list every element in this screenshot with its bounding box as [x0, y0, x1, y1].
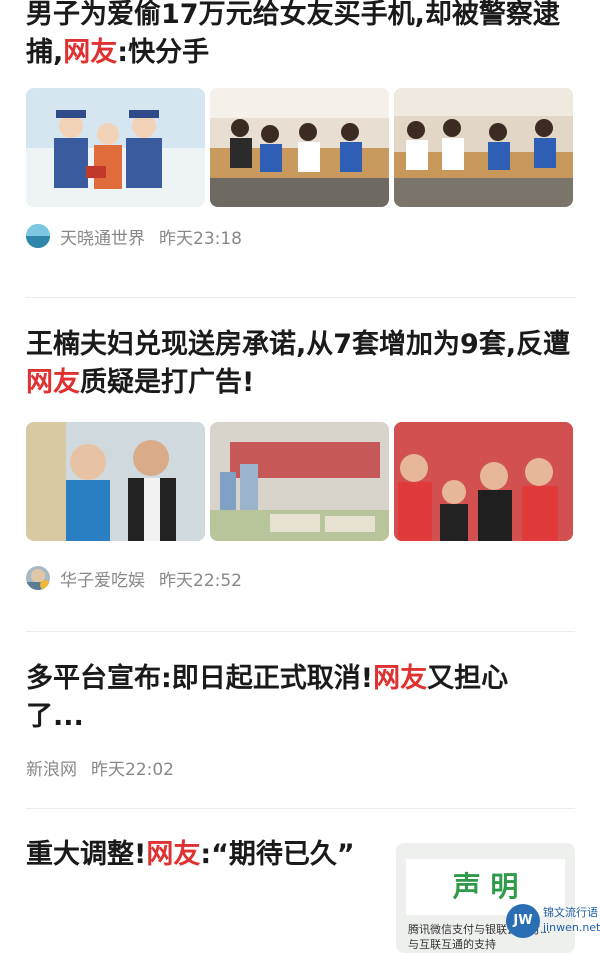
watermark-title: 锦文流行语: [543, 906, 598, 919]
news-title[interactable]: 多平台宣布:即日起正式取消!网友又担心了...: [26, 660, 536, 736]
highlight-keyword: 网友: [26, 367, 80, 398]
news-thumbnail-model[interactable]: [210, 422, 389, 541]
news-thumbnail-couple[interactable]: [26, 422, 205, 541]
publish-time: 昨天22:52: [159, 570, 242, 591]
source-avatar: [26, 566, 50, 590]
news-thumbnail-store[interactable]: [210, 88, 389, 207]
statement-text: 与互联互通的支持: [408, 938, 496, 951]
news-title[interactable]: 王楠夫妇兑现送房承诺,从7套增加为9套,反遭网友质疑是打广告!: [26, 326, 575, 402]
news-thumbnail-store[interactable]: [394, 88, 573, 207]
source-name[interactable]: 新浪网: [26, 755, 77, 780]
divider: [26, 808, 575, 809]
publish-time: 昨天23:18: [159, 228, 242, 249]
news-thumbnail-ceremony[interactable]: [394, 422, 573, 541]
statement-heading: 声 明: [452, 870, 519, 903]
highlight-keyword: 网友: [373, 663, 428, 694]
watermark: JW 锦文流行语 jinwen.net: [506, 902, 600, 943]
source-name[interactable]: 天晓通世界: [60, 224, 145, 249]
news-item[interactable]: 多平台宣布:即日起正式取消!网友又担心了... 新浪网 昨天22:02: [26, 660, 575, 780]
source-avatar: [26, 224, 50, 248]
highlight-keyword: 网友: [146, 839, 201, 870]
news-item[interactable]: 王楠夫妇兑现送房承诺,从7套增加为9套,反遭网友质疑是打广告! 华子爱吃娱 昨天…: [26, 326, 575, 591]
highlight-keyword: 网友: [63, 37, 118, 68]
source-name[interactable]: 华子爱吃娱: [60, 566, 145, 591]
news-title[interactable]: 重大调整!网友:“期待已久”: [26, 836, 366, 874]
divider: [26, 631, 575, 632]
watermark-url: jinwen.net: [543, 921, 600, 934]
news-title[interactable]: 男子为爱偷17万元给女友买手机,却被警察逮捕,网友:快分手: [26, 0, 575, 72]
news-thumbnail-cartoon[interactable]: [26, 88, 205, 207]
divider: [26, 297, 575, 298]
watermark-logo-icon: JW: [506, 904, 540, 938]
news-item[interactable]: 男子为爱偷17万元给女友买手机,却被警察逮捕,网友:快分手 天晓通世界 昨天23…: [26, 0, 575, 249]
publish-time: 昨天22:02: [91, 759, 174, 780]
